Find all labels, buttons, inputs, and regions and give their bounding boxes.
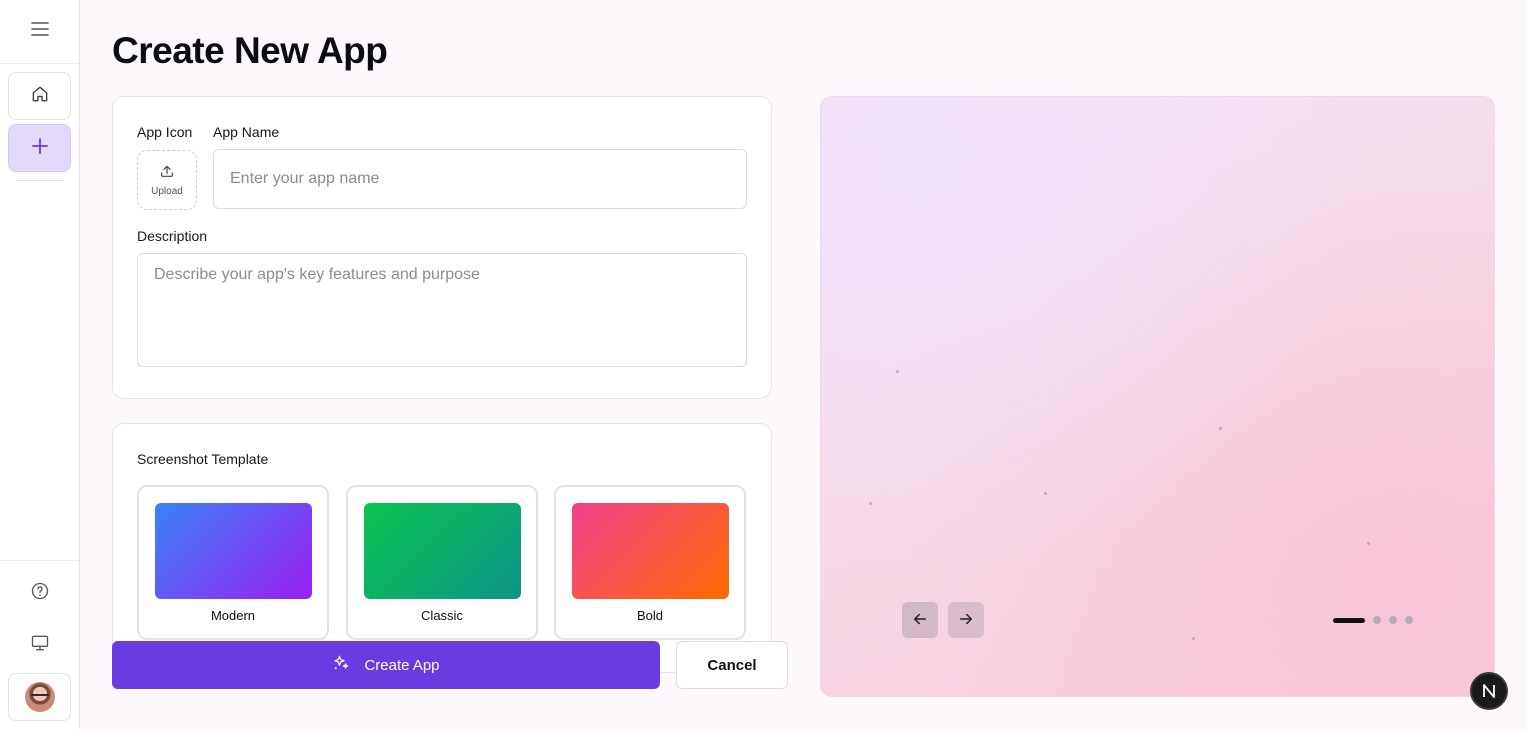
decor-dot <box>1192 637 1195 640</box>
app-details-card: App Icon App Name Upload Description <box>112 96 772 399</box>
sidebar-divider <box>16 180 64 181</box>
app-icon-label: App Icon <box>137 124 193 140</box>
n-logo-icon <box>1483 684 1495 698</box>
monitor-icon <box>30 633 50 658</box>
page-title: Create New App <box>112 30 388 71</box>
sidebar-header <box>0 0 79 64</box>
app-name-input[interactable] <box>213 149 747 209</box>
sidebar-item-create[interactable] <box>8 124 71 172</box>
sparkles-icon <box>332 654 350 676</box>
cancel-button[interactable]: Cancel <box>676 641 788 689</box>
template-name: Classic <box>421 608 463 623</box>
template-swatch <box>155 503 312 599</box>
app-name-label: App Name <box>213 124 280 140</box>
preview-next-button[interactable] <box>948 602 984 638</box>
sidebar <box>0 0 80 729</box>
preview-pagination <box>1333 616 1413 624</box>
pagination-dot-active[interactable] <box>1333 617 1365 623</box>
upload-icon <box>159 163 175 184</box>
n-badge-button[interactable] <box>1470 672 1508 710</box>
create-app-button[interactable]: Create App <box>112 641 660 689</box>
help-circle-icon <box>30 581 50 606</box>
arrow-right-icon <box>957 610 975 631</box>
template-option-modern[interactable]: Modern <box>137 485 329 640</box>
plus-icon <box>31 137 49 160</box>
screenshot-preview-panel <box>820 96 1495 697</box>
avatar <box>24 682 55 712</box>
arrow-left-icon <box>911 610 929 631</box>
template-name: Modern <box>210 608 256 623</box>
sidebar-item-profile[interactable] <box>8 673 71 721</box>
pagination-dot[interactable] <box>1389 616 1397 624</box>
template-option-bold[interactable]: Bold <box>554 485 746 640</box>
screenshot-template-label: Screenshot Template <box>137 451 269 467</box>
create-app-label: Create App <box>364 656 440 674</box>
app-icon-upload-button[interactable]: Upload <box>137 150 197 210</box>
hamburger-menu-icon[interactable] <box>30 21 49 42</box>
sidebar-item-display[interactable] <box>8 621 71 669</box>
preview-prev-button[interactable] <box>902 602 938 638</box>
template-swatch <box>572 503 729 599</box>
template-name: Bold <box>636 608 664 623</box>
upload-label: Upload <box>151 186 183 197</box>
decor-dot <box>1044 492 1047 495</box>
sidebar-item-home[interactable] <box>8 72 71 120</box>
template-swatch <box>364 503 521 599</box>
screenshot-template-card: Screenshot Template Modern Classic Bold <box>112 423 772 673</box>
pagination-dot[interactable] <box>1373 616 1381 624</box>
description-textarea[interactable] <box>137 253 747 367</box>
sidebar-item-help[interactable] <box>8 569 71 617</box>
template-option-classic[interactable]: Classic <box>346 485 538 640</box>
pagination-dot[interactable] <box>1405 616 1413 624</box>
decor-dot <box>1367 542 1370 545</box>
sidebar-divider-bottom <box>0 560 79 561</box>
decor-dot <box>896 370 899 373</box>
home-icon <box>30 84 50 109</box>
description-label: Description <box>137 228 208 244</box>
decor-dot <box>1219 427 1222 430</box>
decor-dot <box>869 502 872 505</box>
